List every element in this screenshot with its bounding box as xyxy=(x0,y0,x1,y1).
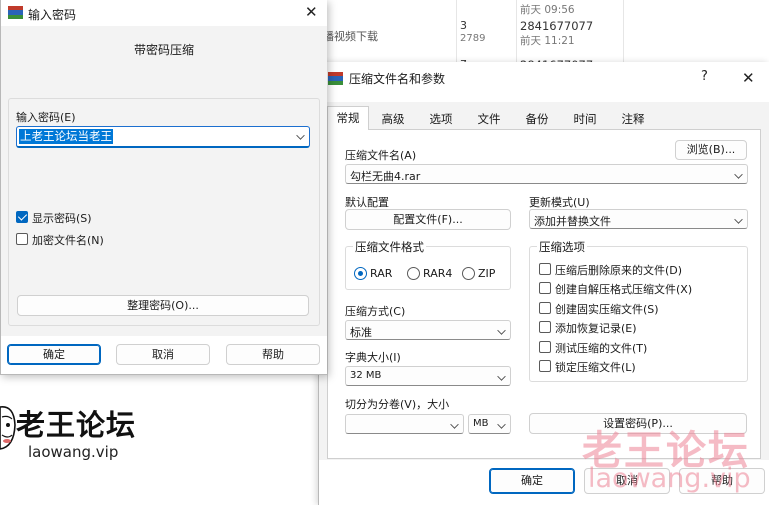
password-cancel-button[interactable]: 取消 xyxy=(116,344,210,365)
winrar-app-icon xyxy=(328,72,343,85)
update-mode-value: 添加并替换文件 xyxy=(534,215,611,228)
tab-files[interactable]: 文件 xyxy=(467,109,511,129)
default-profile-label: 默认配置 xyxy=(345,196,389,209)
encrypt-filenames-label[interactable]: 加密文件名(N) xyxy=(32,232,104,248)
create-solid-checkbox[interactable] xyxy=(539,302,551,314)
archive-dialog-title: 压缩文件名和参数 xyxy=(349,72,446,86)
update-mode-label: 更新模式(U) xyxy=(529,196,590,209)
format-rar4-radio[interactable] xyxy=(407,267,420,280)
chevron-down-icon[interactable] xyxy=(497,326,506,335)
compression-options-group: 压缩选项 压缩后删除原来的文件(D) 创建自解压格式压缩文件(X) 创建固实压缩… xyxy=(529,239,748,382)
archive-ok-button[interactable]: 确定 xyxy=(489,468,575,494)
dictionary-size-label: 字典大小(I) xyxy=(345,351,401,364)
password-input[interactable]: 上老王论坛当老王 xyxy=(16,126,310,148)
password-help-button[interactable]: 帮助 xyxy=(226,344,320,365)
tab-backup[interactable]: 备份 xyxy=(515,109,559,129)
password-dialog-body: 带密码压缩 xyxy=(1,26,327,336)
close-icon[interactable]: ✕ xyxy=(305,3,318,21)
winrar-app-icon xyxy=(8,6,23,19)
archive-name-combo[interactable]: 勾栏无曲4.rar xyxy=(345,164,748,184)
password-dialog-title: 输入密码 xyxy=(28,8,77,22)
last-poster[interactable]: 2841677077 xyxy=(520,19,593,33)
close-icon[interactable]: ✕ xyxy=(742,69,755,87)
split-volumes-label: 切分为分卷(V)，大小 xyxy=(345,398,450,411)
test-files-checkbox[interactable] xyxy=(539,341,551,353)
format-rar4-label[interactable]: RAR4 xyxy=(423,267,452,280)
encrypt-filenames-checkbox[interactable] xyxy=(16,233,28,245)
last-post-time: 前天 09:56 xyxy=(520,4,575,16)
compression-method-select[interactable]: 标准 xyxy=(345,320,511,340)
password-dialog-footer: 确定 取消 帮助 xyxy=(1,336,327,374)
tab-advanced[interactable]: 高级 xyxy=(371,109,415,129)
tab-options[interactable]: 选项 xyxy=(419,109,463,129)
last-post-time: 前天 11:21 xyxy=(520,35,575,47)
archive-format-legend: 压缩文件格式 xyxy=(353,239,426,255)
show-password-label[interactable]: 显示密码(S) xyxy=(32,210,92,226)
split-size-input[interactable] xyxy=(345,414,464,434)
chevron-down-icon[interactable] xyxy=(296,131,305,140)
tab-comment[interactable]: 注释 xyxy=(611,109,655,129)
dictionary-size-select[interactable]: 32 MB xyxy=(345,366,511,386)
create-sfx-checkbox[interactable] xyxy=(539,282,551,294)
dictionary-size-value: 32 MB xyxy=(350,370,382,381)
create-sfx-label[interactable]: 创建自解压格式压缩文件(X) xyxy=(555,281,692,297)
password-input-value: 上老王论坛当老王 xyxy=(19,129,113,144)
show-password-checkbox[interactable] xyxy=(16,211,28,223)
split-unit-select[interactable]: MB xyxy=(468,414,511,434)
create-solid-label[interactable]: 创建固实压缩文件(S) xyxy=(555,301,659,317)
chevron-down-icon[interactable] xyxy=(450,420,459,429)
archive-cancel-button[interactable]: 取消 xyxy=(584,468,670,494)
password-ok-button[interactable]: 确定 xyxy=(7,344,101,365)
archive-name-label: 压缩文件名(A) xyxy=(345,149,417,162)
password-dialog: 输入密码 ✕ 带密码压缩 输入密码(E) 上老王论坛当老王 显示密码(S) 加密… xyxy=(0,0,327,375)
background-thread-list: 1414 前天 09:56 播视频下载 3 2789 2841677077 前天… xyxy=(320,0,624,72)
compression-method-value: 标准 xyxy=(350,326,372,339)
format-rar-label[interactable]: RAR xyxy=(370,267,392,280)
format-zip-radio[interactable] xyxy=(462,267,475,280)
lock-archive-checkbox[interactable] xyxy=(539,360,551,372)
browse-button[interactable]: 浏览(B)... xyxy=(675,140,747,160)
format-rar-radio[interactable] xyxy=(354,267,367,280)
test-files-label[interactable]: 测试压缩的文件(T) xyxy=(555,340,647,356)
password-dialog-heading: 带密码压缩 xyxy=(133,43,194,57)
help-icon[interactable]: ? xyxy=(701,69,708,84)
mascot-logo-icon xyxy=(0,406,16,450)
watermark-logo-text: 老王论坛 xyxy=(16,408,137,442)
chevron-down-icon[interactable] xyxy=(497,372,506,381)
thread-row[interactable]: 播视频下载 3 2789 2841677077 前天 11:21 xyxy=(320,19,624,49)
archive-name-value: 勾栏无曲4.rar xyxy=(350,170,421,183)
delete-after-checkbox[interactable] xyxy=(539,263,551,275)
split-unit-value: MB xyxy=(473,418,489,429)
general-tab-panel: 压缩文件名(A) 浏览(B)... 勾栏无曲4.rar 默认配置 配置文件(F)… xyxy=(327,129,761,459)
chevron-down-icon[interactable] xyxy=(734,215,743,224)
view-count: 2789 xyxy=(460,33,486,44)
recovery-record-label[interactable]: 添加恢复记录(E) xyxy=(555,320,637,336)
recovery-record-checkbox[interactable] xyxy=(539,321,551,333)
profiles-button[interactable]: 配置文件(F)... xyxy=(345,209,511,230)
lock-archive-label[interactable]: 锁定压缩文件(L) xyxy=(555,359,636,375)
reply-count: 3 xyxy=(460,19,467,32)
organize-passwords-button[interactable]: 整理密码(O)... xyxy=(17,295,309,316)
archive-parameters-dialog: 压缩文件名和参数 ? ✕ 常规 高级 选项 文件 备份 时间 注释 压缩文件名(… xyxy=(318,62,769,505)
password-dialog-titlebar[interactable]: 输入密码 ✕ xyxy=(1,0,327,26)
tab-time[interactable]: 时间 xyxy=(563,109,607,129)
archive-help-button[interactable]: 帮助 xyxy=(679,468,765,494)
reply-count: 1414 xyxy=(460,0,488,1)
password-label: 输入密码(E) xyxy=(16,111,76,124)
chevron-down-icon[interactable] xyxy=(497,420,506,429)
update-mode-select[interactable]: 添加并替换文件 xyxy=(529,209,748,229)
set-password-button[interactable]: 设置密码(P)... xyxy=(529,413,747,434)
thread-title[interactable]: 播视频下载 xyxy=(323,28,378,44)
thread-row[interactable]: 1414 前天 09:56 xyxy=(320,0,624,18)
format-zip-label[interactable]: ZIP xyxy=(478,267,495,280)
archive-format-group: 压缩文件格式 RAR RAR4 ZIP xyxy=(345,239,511,290)
chevron-down-icon[interactable] xyxy=(734,170,743,179)
tab-general[interactable]: 常规 xyxy=(327,106,369,130)
delete-after-label[interactable]: 压缩后删除原来的文件(D) xyxy=(555,262,682,278)
archive-dialog-body: 常规 高级 选项 文件 备份 时间 注释 压缩文件名(A) 浏览(B)... 勾… xyxy=(319,102,769,460)
archive-dialog-footer: 确定 取消 帮助 xyxy=(319,460,769,505)
compression-options-legend: 压缩选项 xyxy=(537,239,587,255)
watermark-logo-domain: laowang.vip xyxy=(28,443,119,461)
compression-method-label: 压缩方式(C) xyxy=(345,305,406,318)
